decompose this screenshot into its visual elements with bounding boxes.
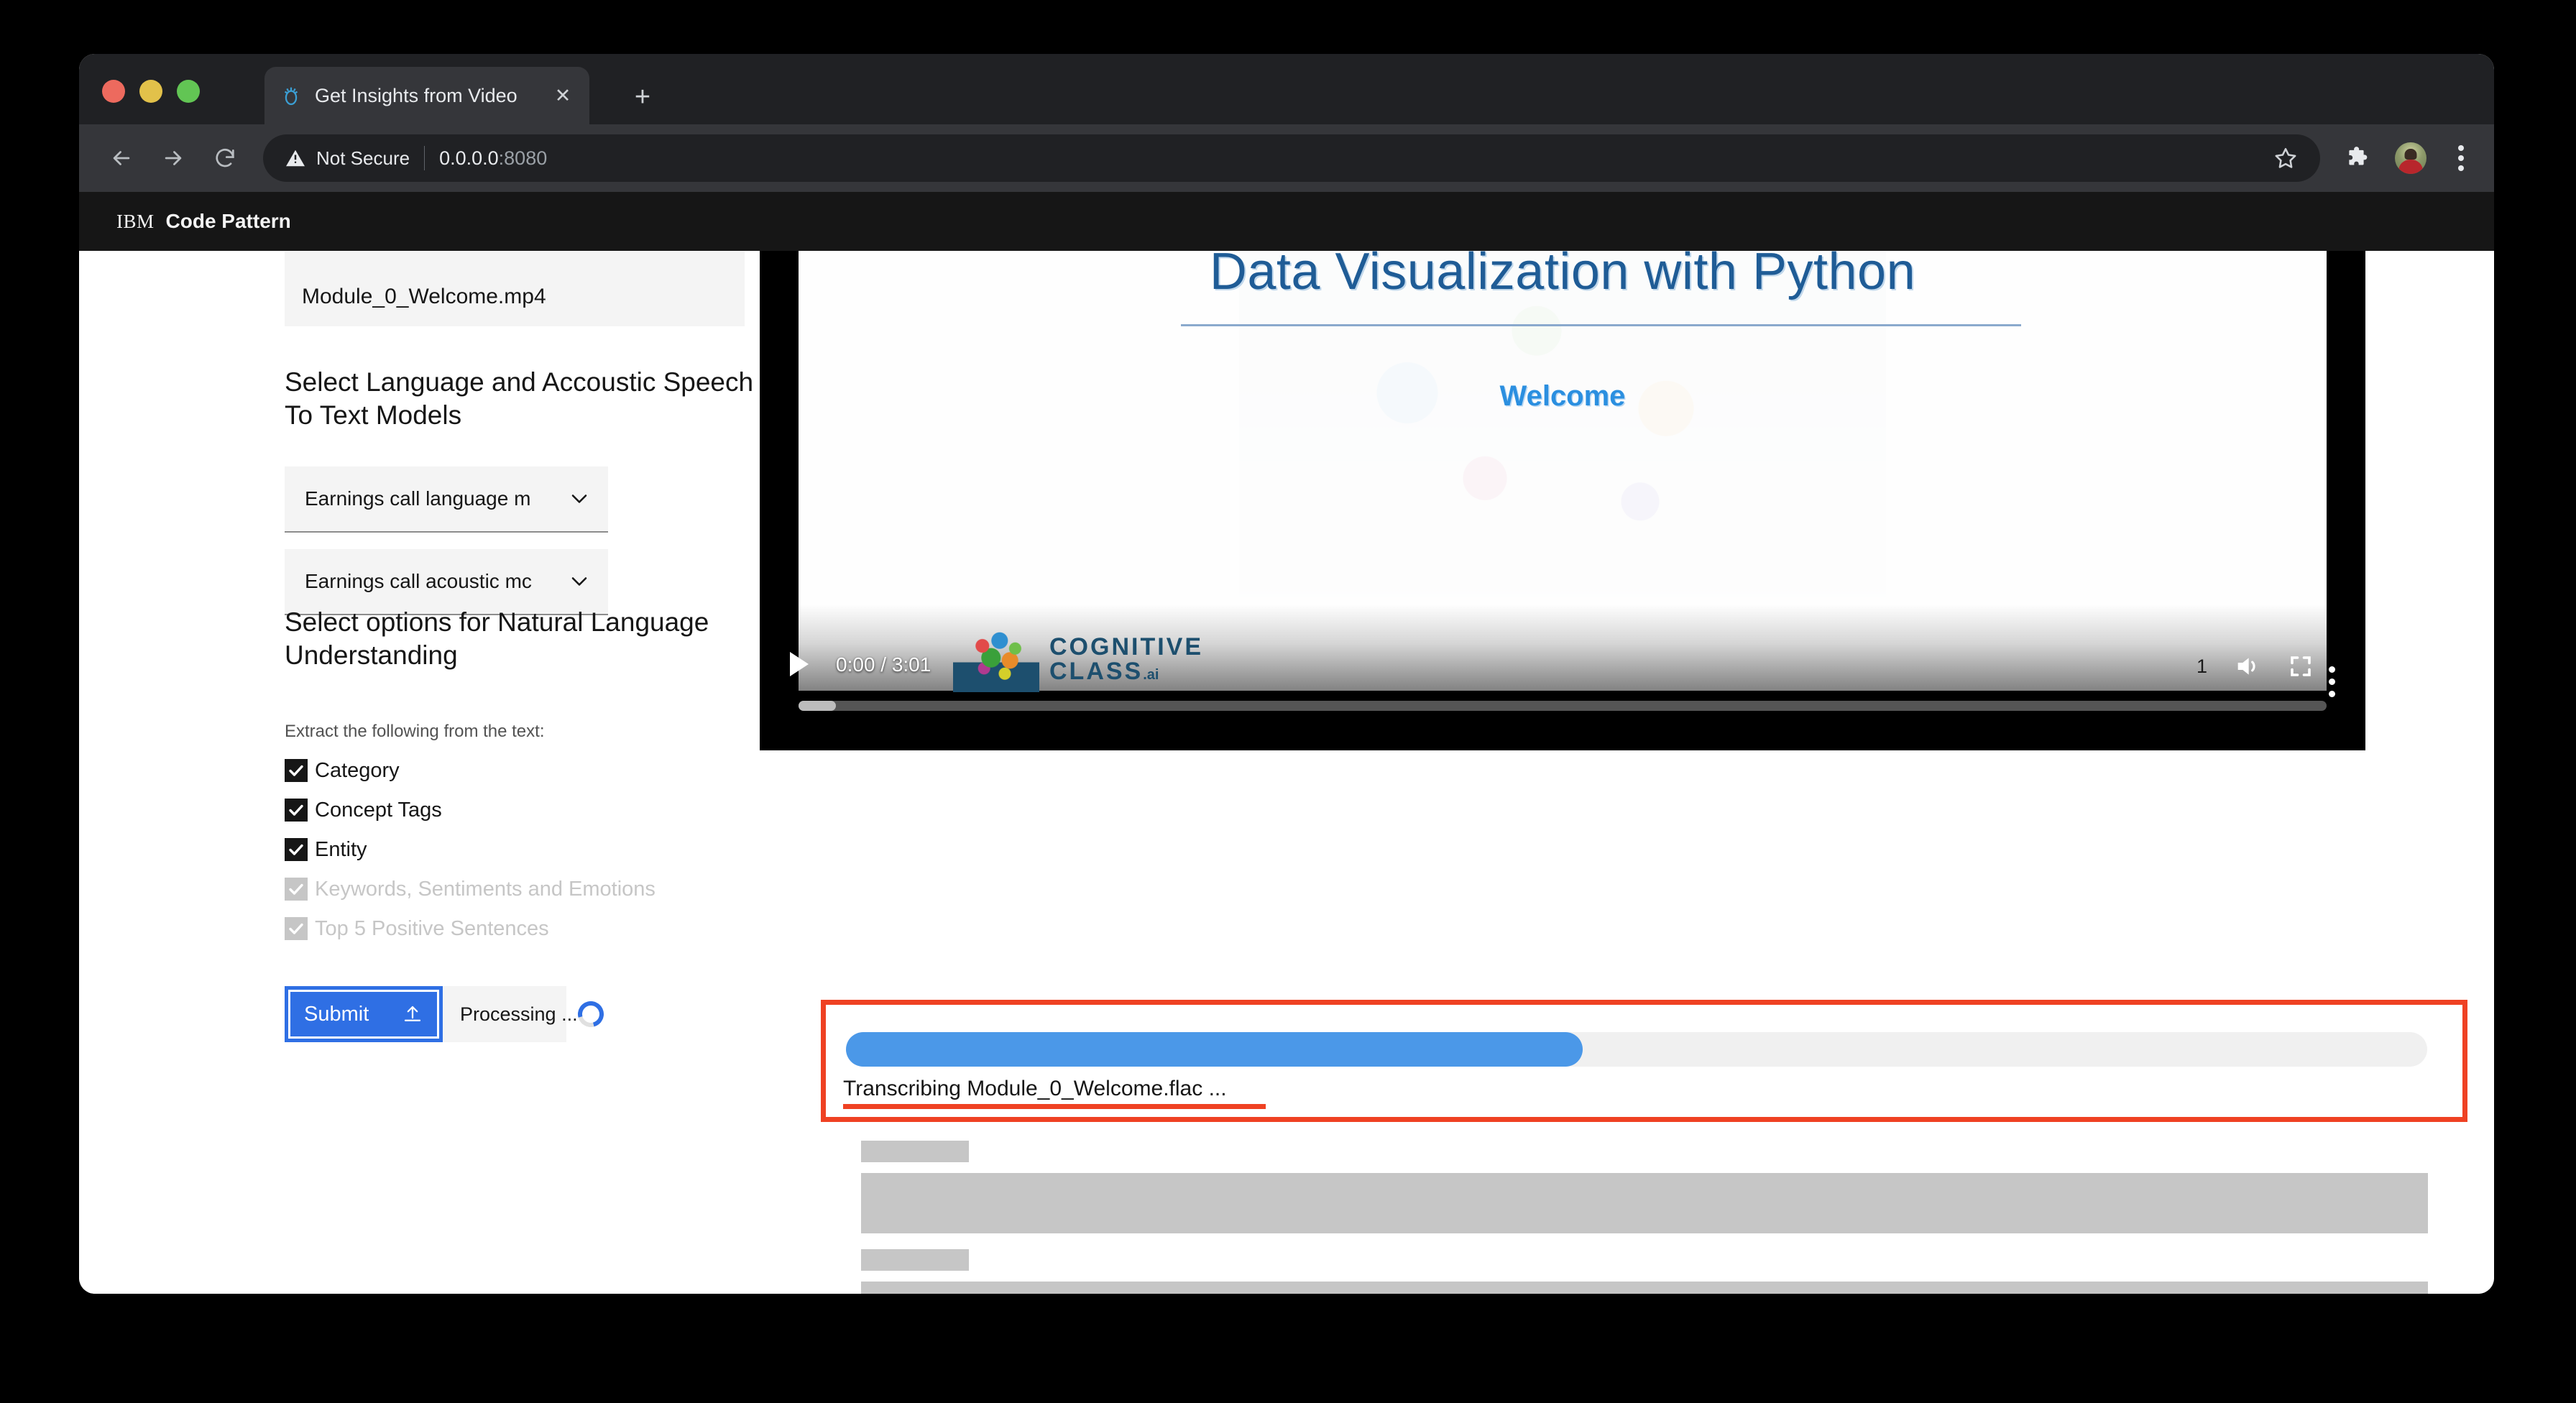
skeleton-block xyxy=(861,1173,2428,1233)
option-label: Concept Tags xyxy=(315,798,442,822)
progress-bar-fill xyxy=(846,1032,1583,1067)
checkbox-checked-disabled-icon xyxy=(285,917,308,940)
forward-arrow-icon[interactable] xyxy=(150,134,197,182)
language-model-select[interactable]: Earnings call language m xyxy=(285,466,608,533)
progress-callout: Transcribing Module_0_Welcome.flac ... xyxy=(821,1000,2467,1122)
chevron-down-icon xyxy=(566,569,592,594)
processing-label: Processing ... xyxy=(460,1003,578,1025)
cognitive-class-logo: COGNITIVE CLASS.ai xyxy=(953,626,1203,692)
acoustic-model-value: Earnings call acoustic mc xyxy=(305,570,532,592)
nlu-section-title: Select options for Natural Language Unde… xyxy=(285,607,709,671)
chevron-down-icon xyxy=(566,486,592,512)
maximize-window-button[interactable] xyxy=(177,80,200,103)
checkbox-checked-icon xyxy=(285,759,308,782)
video-seek-progress xyxy=(799,701,836,711)
slide-divider xyxy=(1180,324,2021,326)
app-header: IBM Code Pattern xyxy=(79,192,2494,251)
progress-status-underline xyxy=(843,1104,1266,1109)
page-body: Module_0_Welcome.mp4 Select Language and… xyxy=(79,251,2494,1294)
selected-file-field[interactable]: Module_0_Welcome.mp4 xyxy=(285,251,745,326)
progress-status-text: Transcribing Module_0_Welcome.flac ... xyxy=(843,1077,1227,1100)
option-keywords-sentiments-emotions: Keywords, Sentiments and Emotions xyxy=(285,873,656,906)
browser-toolbar: Not Secure 0.0.0.0 :8080 xyxy=(79,124,2494,192)
url-port: :8080 xyxy=(498,147,548,169)
page-title: Code Pattern xyxy=(165,210,291,232)
option-label: Top 5 Positive Sentences xyxy=(315,916,549,940)
skeleton-block xyxy=(861,1282,2428,1294)
minimize-window-button[interactable] xyxy=(139,80,162,103)
progress-bar-track xyxy=(846,1032,2427,1067)
submit-button-label: Submit xyxy=(304,1002,369,1026)
video-control-bar: 0:00 / 3:01 COGNITIVE CLASS.ai 1 xyxy=(790,604,2327,692)
video-time-display: 0:00 / 3:01 xyxy=(836,653,932,676)
playback-speed-label[interactable]: 1 xyxy=(2196,656,2207,678)
submit-button[interactable]: Submit xyxy=(285,986,443,1042)
url-host: 0.0.0.0 xyxy=(439,147,499,169)
extract-hint: Extract the following from the text: xyxy=(285,722,545,741)
option-category[interactable]: Category xyxy=(285,754,400,787)
tab-title: Get Insights from Video xyxy=(315,84,518,106)
cognitive-class-book-icon xyxy=(953,626,1039,692)
checkbox-checked-disabled-icon xyxy=(285,878,308,901)
lightbulb-idea-icon xyxy=(279,83,303,108)
play-icon[interactable] xyxy=(790,652,809,676)
slide-title: Data Visualization with Python xyxy=(1209,251,1916,300)
tab-strip: Get Insights from Video ✕ + xyxy=(79,54,2494,124)
loading-spinner-icon xyxy=(572,996,609,1032)
option-label: Keywords, Sentiments and Emotions xyxy=(315,877,656,901)
option-label: Entity xyxy=(315,837,367,861)
logo-line-2: CLASS xyxy=(1049,658,1144,685)
window-traffic-lights xyxy=(102,80,200,103)
star-icon[interactable] xyxy=(2273,145,2299,171)
video-player[interactable]: Data Visualization with Python Welcome 0… xyxy=(760,251,2365,750)
form-actions: Submit Processing ... xyxy=(285,986,609,1042)
processing-status: Processing ... xyxy=(443,986,609,1042)
new-tab-button[interactable]: + xyxy=(625,80,660,114)
option-entity[interactable]: Entity xyxy=(285,833,367,866)
logo-line-1: COGNITIVE xyxy=(1049,633,1204,661)
models-section-title: Select Language and Accoustic Speech To … xyxy=(285,367,754,431)
security-label: Not Secure xyxy=(316,147,410,169)
selected-file-name: Module_0_Welcome.mp4 xyxy=(302,285,546,308)
fullscreen-icon[interactable] xyxy=(2288,653,2314,679)
skeleton-label xyxy=(861,1249,969,1271)
browser-tab[interactable]: Get Insights from Video ✕ xyxy=(264,67,589,124)
option-label: Category xyxy=(315,758,400,782)
avatar[interactable] xyxy=(2395,142,2426,174)
checkbox-checked-icon xyxy=(285,799,308,822)
back-arrow-icon[interactable] xyxy=(98,134,145,182)
logo-suffix: .ai xyxy=(1143,667,1159,683)
warning-triangle-icon xyxy=(285,147,306,169)
language-model-value: Earnings call language m xyxy=(305,487,531,510)
cognitive-class-wordmark: COGNITIVE CLASS.ai xyxy=(1049,635,1203,684)
video-seek-bar[interactable] xyxy=(799,701,2327,711)
skeleton-label xyxy=(861,1141,969,1162)
address-bar[interactable]: Not Secure 0.0.0.0 :8080 xyxy=(263,134,2320,182)
reload-icon[interactable] xyxy=(201,134,249,182)
video-right-controls: 1 xyxy=(2196,652,2314,681)
checkbox-checked-icon xyxy=(285,838,308,861)
close-window-button[interactable] xyxy=(102,80,125,103)
ibm-logo: IBM xyxy=(116,210,155,232)
upload-icon xyxy=(402,1003,423,1025)
slide-background-graphic xyxy=(1239,251,1886,610)
browser-window: Get Insights from Video ✕ + Not Secure 0… xyxy=(79,54,2494,1294)
volume-icon[interactable] xyxy=(2233,652,2262,681)
divider xyxy=(424,146,426,170)
kebab-menu-icon[interactable] xyxy=(2447,142,2475,174)
close-icon[interactable]: ✕ xyxy=(551,83,575,108)
option-concept-tags[interactable]: Concept Tags xyxy=(285,794,442,827)
puzzle-piece-icon[interactable] xyxy=(2345,144,2372,172)
video-more-options-icon[interactable] xyxy=(2329,666,2335,697)
slide-subtitle: Welcome xyxy=(1499,380,1626,412)
option-top-5-positive-sentences: Top 5 Positive Sentences xyxy=(285,912,549,945)
progress-status: Transcribing Module_0_Welcome.flac ... xyxy=(843,1077,1266,1109)
